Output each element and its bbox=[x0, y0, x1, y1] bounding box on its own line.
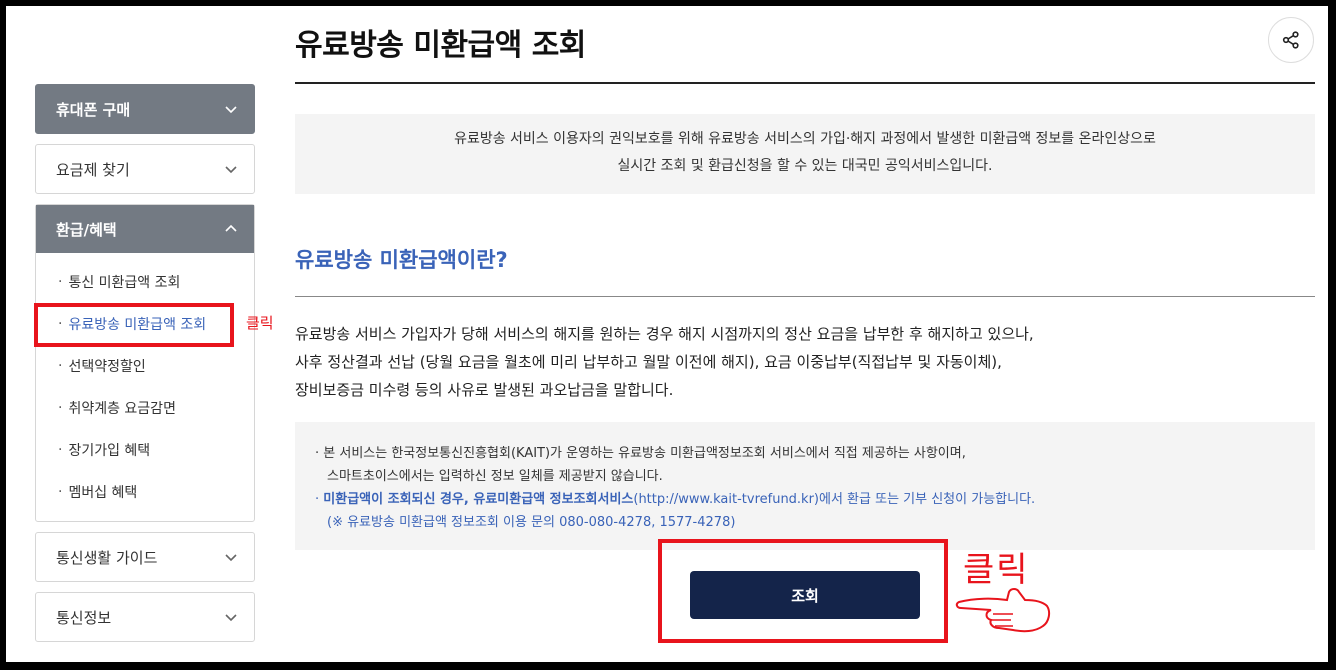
intro-line: 실시간 조회 및 환급신청을 할 수 있는 대국민 공익서비스입니다. bbox=[617, 158, 993, 174]
notice-line: · 본 서비스는 한국정보통신진흥협회(KAIT)가 운영하는 유료방송 미환급… bbox=[315, 442, 1315, 465]
sidebar-item-telecom-refund[interactable]: · 통신 미환급액 조회 bbox=[36, 261, 254, 303]
sidebar-item-label: 취약계층 요금감면 bbox=[68, 401, 176, 417]
chevron-down-icon bbox=[224, 610, 238, 624]
share-icon bbox=[1282, 31, 1299, 49]
notice-box: · 본 서비스는 한국정보통신진흥협회(KAIT)가 운영하는 유료방송 미환급… bbox=[295, 422, 1315, 550]
menu-label: 휴대폰 구매 bbox=[56, 100, 131, 119]
notice-contact: (※ 유료방송 미환급액 정보조회 이용 문의 080-080-4278, 15… bbox=[327, 515, 736, 530]
sidebar: 휴대폰 구매 요금제 찾기 환급/혜택 · 통신 미환급액 조회 · 유료방송 … bbox=[34, 84, 274, 652]
menu-telecom-info[interactable]: 통신정보 bbox=[35, 592, 255, 642]
menu-label: 통신생활 가이드 bbox=[56, 548, 158, 567]
bullet: · bbox=[315, 446, 320, 461]
sidebar-item-label: 멤버십 혜택 bbox=[68, 485, 138, 501]
sidebar-item-membership[interactable]: · 멤버십 혜택 bbox=[36, 471, 254, 513]
sidebar-item-label: 선택약정할인 bbox=[68, 359, 146, 375]
bullet: · bbox=[58, 316, 63, 332]
chevron-down-icon bbox=[224, 162, 238, 176]
bullet: · bbox=[315, 492, 320, 507]
menu-telecom-guide[interactable]: 통신생활 가이드 bbox=[35, 532, 255, 582]
bullet: · bbox=[58, 484, 63, 500]
sidebar-item-label: 유료방송 미환급액 조회 bbox=[68, 317, 207, 333]
title-divider bbox=[295, 82, 1315, 84]
notice-text: 본 서비스는 한국정보통신진흥협회(KAIT)가 운영하는 유료방송 미환급액정… bbox=[323, 446, 966, 461]
chevron-down-icon bbox=[224, 550, 238, 564]
notice-text: 스마트초이스에서는 입력하신 정보 일체를 제공받지 않습니다. bbox=[327, 469, 663, 484]
page-title: 유료방송 미환급액 조회 bbox=[295, 28, 586, 63]
menu-header[interactable]: 휴대폰 구매 bbox=[36, 85, 254, 133]
sidebar-item-contract-discount[interactable]: · 선택약정할인 bbox=[36, 345, 254, 387]
sidebar-item-label: 통신 미환급액 조회 bbox=[68, 275, 181, 291]
menu-label: 통신정보 bbox=[56, 608, 112, 627]
menu-label: 요금제 찾기 bbox=[56, 160, 130, 179]
intro-line: 유료방송 서비스 이용자의 권익보호를 위해 유료방송 서비스의 가입·해지 과… bbox=[454, 131, 1156, 147]
share-button[interactable] bbox=[1268, 17, 1314, 63]
menu-label: 환급/혜택 bbox=[56, 220, 117, 239]
page-frame: 휴대폰 구매 요금제 찾기 환급/혜택 · 통신 미환급액 조회 · 유료방송 … bbox=[6, 6, 1328, 662]
menu-refund-benefits[interactable]: 환급/혜택 · 통신 미환급액 조회 · 유료방송 미환급액 조회 클릭 · 선… bbox=[34, 204, 274, 522]
intro-box: 유료방송 서비스 이용자의 권익보호를 위해 유료방송 서비스의 가입·해지 과… bbox=[295, 114, 1315, 194]
desc-line: 사후 정산결과 선납 (당월 요금을 월초에 미리 납부하고 월말 이전에 해지… bbox=[295, 353, 1002, 371]
kait-link[interactable]: (http://www.kait-tvrefund.kr)에서 환급 또는 기부… bbox=[633, 492, 1035, 507]
menu-header[interactable]: 요금제 찾기 bbox=[36, 145, 254, 193]
bullet: · bbox=[58, 274, 63, 290]
notice-line: · 미환급액이 조회되신 경우, 유료미환급액 정보조회서비스(http://w… bbox=[315, 488, 1315, 511]
notice-bold-text: 미환급액이 조회되신 경우, 유료미환급액 정보조회서비스 bbox=[323, 492, 634, 507]
chevron-up-icon bbox=[224, 222, 238, 236]
menu-phone-purchase[interactable]: 휴대폰 구매 bbox=[35, 84, 255, 134]
sidebar-item-paytv-refund[interactable]: · 유료방송 미환급액 조회 클릭 bbox=[34, 303, 274, 347]
click-annotation: 클릭 bbox=[246, 314, 274, 332]
bullet: · bbox=[58, 442, 63, 458]
menu-header[interactable]: 통신정보 bbox=[36, 593, 254, 641]
menu-header[interactable]: 통신생활 가이드 bbox=[36, 533, 254, 581]
query-button[interactable]: 조회 bbox=[690, 571, 920, 619]
section-description: 유료방송 서비스 가입자가 당해 서비스의 해지를 원하는 경우 해지 시점까지… bbox=[295, 320, 1034, 404]
sidebar-item-vulnerable-discount[interactable]: · 취약계층 요금감면 bbox=[36, 387, 254, 429]
sidebar-item-label: 장기가입 혜택 bbox=[68, 443, 151, 459]
menu-plan-search[interactable]: 요금제 찾기 bbox=[35, 144, 255, 194]
pointing-hand-icon bbox=[955, 588, 1051, 633]
sidebar-item-long-term-benefit[interactable]: · 장기가입 혜택 bbox=[36, 429, 254, 471]
bullet: · bbox=[58, 400, 63, 416]
chevron-down-icon bbox=[224, 102, 238, 116]
bullet: · bbox=[58, 358, 63, 374]
submenu-list: · 통신 미환급액 조회 · 유료방송 미환급액 조회 클릭 · 선택약정할인 … bbox=[34, 253, 274, 521]
desc-line: 유료방송 서비스 가입자가 당해 서비스의 해지를 원하는 경우 해지 시점까지… bbox=[295, 325, 1034, 343]
desc-line: 장비보증금 미수령 등의 사유로 발생된 과오납금을 말합니다. bbox=[295, 381, 674, 399]
section-divider bbox=[295, 296, 1315, 297]
menu-header[interactable]: 환급/혜택 bbox=[36, 205, 254, 253]
section-title: 유료방송 미환급액이란? bbox=[295, 248, 508, 272]
